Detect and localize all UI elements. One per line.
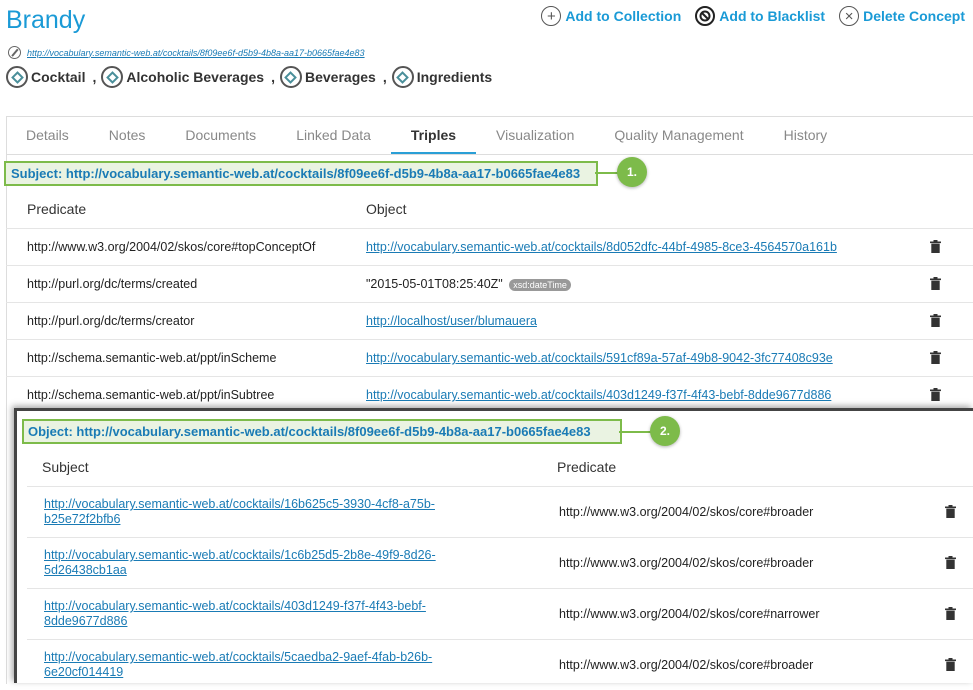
x-circle-icon: × bbox=[839, 6, 860, 26]
broader-label: Beverages bbox=[304, 69, 376, 85]
subject-link[interactable]: http://vocabulary.semantic-web.at/cockta… bbox=[44, 497, 464, 527]
datatype-badge: xsd:dateTime bbox=[509, 279, 571, 291]
concept-icon bbox=[101, 66, 124, 88]
page-title: Brandy bbox=[6, 6, 86, 34]
trash-icon[interactable] bbox=[930, 277, 941, 290]
object-link[interactable]: http://vocabulary.semantic-web.at/cockta… bbox=[366, 351, 833, 365]
tab-linked-data[interactable]: Linked Data bbox=[276, 118, 391, 154]
table-row: http://purl.org/dc/terms/created "2015-0… bbox=[6, 265, 973, 303]
callout-badge-2: 2. bbox=[650, 416, 680, 446]
object-literal: "2015-05-01T08:25:40Z" xsd:dateTime bbox=[366, 277, 571, 291]
callout-badge-1: 1. bbox=[617, 157, 647, 187]
add-to-collection-button[interactable]: + Add to Collection bbox=[541, 6, 681, 26]
delete-concept-label: Delete Concept bbox=[863, 8, 965, 24]
tab-details[interactable]: Details bbox=[6, 118, 89, 154]
broader-separator: , bbox=[92, 69, 97, 85]
broader-item-ingredients[interactable]: Ingredients bbox=[391, 66, 493, 88]
object-triples-overlay: Object: http://vocabulary.semantic-web.a… bbox=[14, 408, 973, 683]
column-header-predicate: Predicate bbox=[557, 459, 617, 475]
tab-bar: Details Notes Documents Linked Data Trip… bbox=[6, 118, 847, 154]
predicate-cell: http://schema.semantic-web.at/ppt/inSubt… bbox=[27, 388, 275, 402]
broader-item-beverages[interactable]: Beverages , bbox=[279, 66, 387, 88]
broader-item-cocktail[interactable]: Cocktail , bbox=[6, 66, 96, 88]
predicate-cell: http://www.w3.org/2004/02/skos/core#broa… bbox=[559, 556, 814, 570]
edit-pencil-icon[interactable] bbox=[8, 46, 21, 59]
broader-label: Alcoholic Beverages bbox=[126, 69, 265, 85]
trash-icon[interactable] bbox=[945, 505, 956, 518]
table-row: http://vocabulary.semantic-web.at/cockta… bbox=[27, 639, 973, 690]
add-to-blacklist-label: Add to Blacklist bbox=[719, 8, 826, 24]
concept-icon bbox=[391, 66, 414, 88]
tab-quality-management[interactable]: Quality Management bbox=[594, 118, 763, 154]
tab-notes[interactable]: Notes bbox=[89, 118, 166, 154]
object-header: Object: http://vocabulary.semantic-web.a… bbox=[22, 419, 622, 444]
trash-icon[interactable] bbox=[930, 314, 941, 327]
column-header-object: Object bbox=[366, 201, 407, 217]
trash-icon[interactable] bbox=[945, 607, 956, 620]
broader-item-alcoholic-beverages[interactable]: Alcoholic Beverages , bbox=[101, 66, 275, 88]
predicate-cell: http://www.w3.org/2004/02/skos/core#narr… bbox=[559, 607, 820, 621]
concept-actions: + Add to Collection Add to Blacklist × D… bbox=[541, 6, 965, 26]
predicate-cell: http://www.w3.org/2004/02/skos/core#broa… bbox=[559, 658, 814, 672]
add-to-blacklist-button[interactable]: Add to Blacklist bbox=[695, 6, 825, 26]
callout-connector bbox=[595, 172, 619, 174]
subject-header: Subject: http://vocabulary.semantic-web.… bbox=[4, 161, 598, 186]
predicate-cell: http://www.w3.org/2004/02/skos/core#topC… bbox=[27, 240, 316, 254]
concept-icon bbox=[6, 66, 28, 88]
tab-triples[interactable]: Triples bbox=[390, 118, 477, 154]
column-header-predicate: Predicate bbox=[27, 201, 87, 217]
trash-icon[interactable] bbox=[930, 388, 941, 401]
trash-icon[interactable] bbox=[945, 658, 956, 671]
subject-link[interactable]: http://vocabulary.semantic-web.at/cockta… bbox=[44, 650, 464, 680]
table-row: http://schema.semantic-web.at/ppt/inSche… bbox=[6, 339, 973, 377]
table-row: http://purl.org/dc/terms/creator http://… bbox=[6, 302, 973, 340]
trash-icon[interactable] bbox=[930, 240, 941, 253]
broader-label: Ingredients bbox=[416, 69, 493, 85]
table-row: http://vocabulary.semantic-web.at/cockta… bbox=[27, 486, 973, 537]
tab-history[interactable]: History bbox=[764, 118, 848, 154]
concept-icon bbox=[279, 66, 302, 88]
tab-divider bbox=[6, 154, 973, 155]
table-row: http://vocabulary.semantic-web.at/cockta… bbox=[27, 537, 973, 588]
trash-icon[interactable] bbox=[930, 351, 941, 364]
table-row: http://www.w3.org/2004/02/skos/core#topC… bbox=[6, 228, 973, 266]
broader-concepts: Cocktail , Alcoholic Beverages , Beverag… bbox=[6, 66, 497, 88]
blacklist-icon bbox=[695, 6, 716, 26]
concept-uri-link[interactable]: http://vocabulary.semantic-web.at/cockta… bbox=[27, 48, 365, 58]
add-to-collection-label: Add to Collection bbox=[565, 8, 682, 24]
plus-circle-icon: + bbox=[541, 6, 562, 26]
literal-value: "2015-05-01T08:25:40Z" bbox=[366, 277, 503, 291]
object-link[interactable]: http://vocabulary.semantic-web.at/cockta… bbox=[366, 240, 837, 254]
predicate-cell: http://purl.org/dc/terms/creator bbox=[27, 314, 195, 328]
concept-uri-line: http://vocabulary.semantic-web.at/cockta… bbox=[8, 46, 365, 59]
table-row: http://vocabulary.semantic-web.at/cockta… bbox=[27, 588, 973, 639]
broader-separator: , bbox=[382, 69, 387, 85]
subject-link[interactable]: http://vocabulary.semantic-web.at/cockta… bbox=[44, 548, 464, 578]
delete-concept-button[interactable]: × Delete Concept bbox=[839, 6, 965, 26]
predicate-cell: http://purl.org/dc/terms/created bbox=[27, 277, 198, 291]
tab-visualization[interactable]: Visualization bbox=[476, 118, 594, 154]
predicate-cell: http://www.w3.org/2004/02/skos/core#broa… bbox=[559, 505, 814, 519]
subject-link[interactable]: http://vocabulary.semantic-web.at/cockta… bbox=[44, 599, 464, 629]
predicate-cell: http://schema.semantic-web.at/ppt/inSche… bbox=[27, 351, 277, 365]
callout-connector bbox=[619, 431, 651, 433]
tab-documents[interactable]: Documents bbox=[165, 118, 276, 154]
column-header-subject: Subject bbox=[42, 459, 89, 475]
object-link[interactable]: http://localhost/user/blumauera bbox=[366, 314, 537, 328]
broader-separator: , bbox=[271, 69, 275, 85]
broader-label: Cocktail bbox=[31, 69, 86, 85]
trash-icon[interactable] bbox=[945, 556, 956, 569]
object-link[interactable]: http://vocabulary.semantic-web.at/cockta… bbox=[366, 388, 831, 402]
